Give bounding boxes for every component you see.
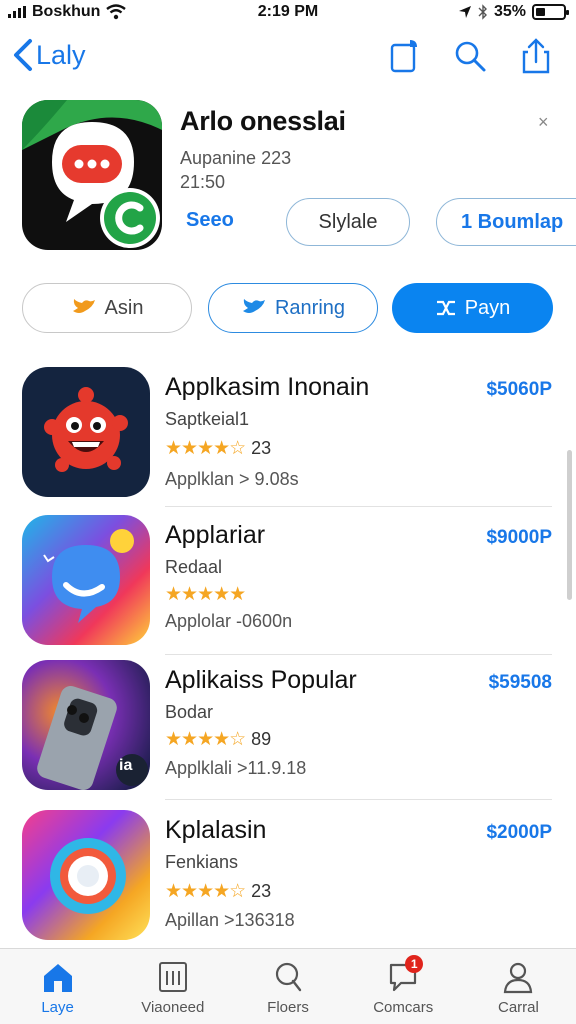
app-subtitle: Bodar	[165, 702, 214, 722]
app-meta: Applklali >11.9.18	[165, 758, 307, 778]
phone-camera-icon: ia	[22, 660, 150, 790]
tab-bar: Laye Viaoneed Floers 1 Comcars Carral	[0, 948, 576, 1024]
tab-label: Viaoneed	[141, 999, 205, 1016]
nav-bar: Laly	[0, 30, 576, 86]
see-link[interactable]: Seeo	[186, 209, 234, 232]
chevron-left-icon	[14, 39, 32, 71]
segment-label: Asin	[104, 296, 144, 319]
app-meta: Applklan > 9.08s	[165, 469, 299, 489]
app-subtitle: Saptkeial1	[165, 409, 250, 429]
app-subtitle: Redaal	[165, 557, 223, 577]
bird-icon	[72, 299, 95, 313]
divider	[165, 799, 552, 800]
search-icon	[275, 962, 302, 992]
list-item[interactable]: ia Aplikaiss Popular Bodar ★★★★☆ 89 Appl…	[0, 660, 576, 800]
app-title: Applkasim Inonain	[165, 373, 370, 401]
star-rating-icon: ★★★★☆	[165, 438, 246, 459]
style-button[interactable]: Slylale	[286, 198, 410, 246]
app-rating: ★★★★★	[165, 583, 246, 606]
star-rating-icon: ★★★★☆	[165, 729, 246, 750]
star-rating-icon: ★★★★★	[165, 584, 246, 605]
hero-app-title: Arlo onesslai	[180, 106, 346, 136]
monster-icon	[22, 367, 150, 497]
review-count: 89	[251, 729, 272, 749]
app-rating: ★★★★☆ 23	[165, 437, 271, 460]
review-count: 23	[251, 438, 272, 458]
location-icon	[458, 6, 471, 18]
compose-icon[interactable]	[384, 36, 424, 76]
divider	[165, 506, 552, 507]
tab-laye[interactable]: Laye	[0, 949, 115, 1024]
tab-carral[interactable]: Carral	[461, 949, 576, 1024]
home-icon	[43, 964, 72, 992]
price-button[interactable]: $59508	[489, 672, 552, 694]
segment-label: Ranring	[274, 296, 346, 319]
list-item[interactable]: Kplalasin Fenkians ★★★★☆ 23 Apillan >136…	[0, 810, 576, 950]
price-button[interactable]: $9000P	[486, 527, 552, 549]
person-icon	[504, 962, 533, 994]
camera-lens-icon	[22, 810, 150, 940]
app-title: Applariar	[165, 521, 266, 549]
chat-icon: 1	[385, 955, 424, 995]
tab-label: Floers	[267, 999, 309, 1016]
tab-label: Carral	[497, 999, 539, 1016]
hero-subtitle-line1: Aupanine 223	[180, 148, 292, 168]
app-rating: ★★★★☆ 23	[165, 880, 271, 903]
bird-icon	[242, 299, 265, 313]
status-right-group: 35%	[458, 3, 569, 21]
divider	[165, 654, 552, 655]
list-item[interactable]: Applariar Redaal ★★★★★ Applolar -0600n $…	[0, 515, 576, 655]
close-icon[interactable]: ×	[538, 112, 549, 133]
share-icon[interactable]	[516, 36, 556, 76]
star-rating-icon: ★★★★☆	[165, 881, 246, 902]
tab-floers[interactable]: Floers	[230, 949, 345, 1024]
chat-bubble-icon	[22, 100, 162, 248]
segment-asin[interactable]: Asin	[22, 283, 192, 333]
scrollbar[interactable]	[567, 450, 572, 600]
tab-label: Laye	[41, 999, 74, 1016]
review-count: 23	[251, 881, 272, 901]
bluetooth-icon	[478, 4, 487, 20]
hero-app-subtitle: Aupanine 223 21:50	[180, 146, 291, 194]
icon-overlay-label: ia	[119, 757, 133, 774]
shuffle-icon	[436, 300, 455, 316]
price-button[interactable]: $5060P	[486, 379, 552, 401]
back-button[interactable]: Laly	[12, 38, 86, 72]
price-button[interactable]: $2000P	[486, 822, 552, 844]
app-rating: ★★★★☆ 89	[165, 728, 271, 751]
battery-icon	[532, 4, 569, 20]
segment-payn[interactable]: Payn	[392, 283, 553, 333]
app-meta: Apillan >136318	[165, 910, 295, 930]
tab-label: Comcars	[373, 999, 434, 1016]
hero-subtitle-line2: 21:50	[180, 172, 226, 192]
app-meta: Applolar -0600n	[165, 611, 293, 631]
colorful-chat-icon	[22, 515, 150, 645]
app-subtitle: Fenkians	[165, 852, 239, 872]
back-label: Laly	[36, 39, 86, 70]
third-pill-button[interactable]: 1 Boumlap	[436, 198, 576, 246]
hero-app-icon[interactable]	[22, 100, 162, 250]
status-bar: Boskhun 2:19 PM 35%	[0, 0, 576, 26]
nav-actions	[384, 36, 556, 76]
search-icon[interactable]	[450, 36, 490, 76]
segment-ranring[interactable]: Ranring	[208, 283, 378, 333]
list-item[interactable]: Applkasim Inonain Saptkeial1 ★★★★☆ 23 Ap…	[0, 367, 576, 507]
battery-percent: 35%	[493, 3, 526, 20]
tab-viaoneed[interactable]: Viaoneed	[115, 949, 230, 1024]
tab-comcars[interactable]: 1 Comcars	[346, 949, 461, 1024]
app-title: Kplalasin	[165, 816, 267, 844]
segment-label: Payn	[464, 296, 511, 319]
app-title: Aplikaiss Popular	[165, 666, 357, 694]
grid-icon	[158, 962, 187, 992]
